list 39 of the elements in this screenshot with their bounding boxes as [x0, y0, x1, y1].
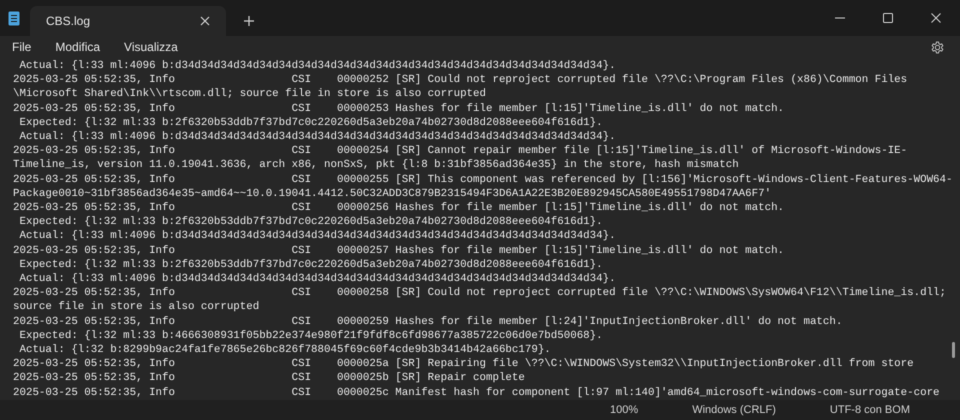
log-line: Expected: {l:32 ml:33 b:2f6320b53ddb7f37bd7c0c220260d5a3eb20a74b02730d8d2088eee604f616d1}. — [18, 116, 603, 130]
log-line: 2025-03-25 05:52:35, Info CSI 00000253 Hashes for file member [l:15]'Timeline_is.dll' do not match. — [13, 102, 784, 116]
log-line: Package0010~31bf3856ad364e35~amd64~~10.0.19041.4412.50C32ADD3C879B2315494F3D6A1A22E3B20E892945CA580E49551798D47AA6F7' — [13, 186, 772, 202]
close-icon[interactable] — [200, 16, 210, 26]
minimize-icon[interactable] — [835, 17, 845, 19]
menu-item[interactable]: Modifica — [47, 38, 108, 56]
log-line: Actual: {l:32 b:8299b9ac24fa1fe7865e26bc826f788045f69c60f4cde9b3b3414b42a66bc179}. — [18, 343, 551, 358]
tab-title: CBS.log — [46, 13, 92, 30]
file-tab[interactable]: CBS.log — [30, 6, 226, 36]
log-line: Expected: {l:32 ml:33 b:2f6320b53ddb7f37bd7c0c220260d5a3eb20a74b02730d8d2088eee604f616d1}. — [18, 215, 603, 230]
settings-icon[interactable] — [931, 40, 944, 54]
log-line: Actual: {l:33 ml:4096 b:d34d34d34d34d34d34d34d34d34d34d34d34d34d34d34d34d34d34d34d34d34d34}. — [18, 130, 616, 144]
log-line: 2025-03-25 05:52:35, Info CSI 00000259 Hashes for file member [l:24]'InputInjectionBroker.dll' do not match. — [13, 314, 842, 329]
new-tab-icon[interactable] — [244, 16, 254, 26]
status-item: UTF-8 con BOM — [830, 402, 910, 418]
menu-item[interactable]: Visualizza — [116, 38, 186, 56]
log-line: 2025-03-25 05:52:35, Info CSI 0000025c Manifest hash for component [l:97 ml:140]'amd64_microsoft-windows-com-surrogate-core — [13, 386, 940, 400]
log-line: 2025-03-25 05:52:35, Info CSI 00000254 [SR] Cannot repair member file [l:15]'Timeline_is.dll' of Microsoft-Windows-IE- — [13, 144, 908, 158]
close-window-icon[interactable] — [931, 13, 941, 23]
log-line: 2025-03-25 05:52:35, Info CSI 00000258 [SR] Could not reproject corrupted file \??\C:\WINDOWS\SysWOW64\F12\\Timeline_is.dll; — [13, 286, 946, 300]
log-line: Expected: {l:32 ml:33 b:4666308931f05bb22e374e980f21f9fdf8c6fd98677a385722c06d0e7bd50068}. — [18, 328, 603, 344]
log-line: 2025-03-25 05:52:35, Info CSI 0000025b [SR] Repair complete — [13, 371, 525, 386]
status-item: 100% — [610, 402, 638, 418]
log-line: Actual: {l:33 ml:4096 b:d34d34d34d34d34d34d34d34d34d34d34d34d34d34d34d34d34d34d34d34d34d34}. — [18, 272, 616, 286]
menu-item[interactable]: File — [4, 38, 40, 56]
maximize-icon[interactable] — [883, 13, 893, 23]
log-line: 2025-03-25 05:52:35, Info CSI 00000255 [SR] This component was referenced by [l:156]'Microsoft-Windows-Client-Features-WOW64- — [13, 172, 952, 187]
notepad-icon — [8, 10, 20, 26]
log-line: 2025-03-25 05:52:35, Info CSI 0000025a [SR] Repairing file \??\C:\WINDOWS\System32\\InputInjectionBroker.dll from store — [13, 357, 914, 372]
status-item: Windows (CRLF) — [692, 402, 776, 418]
log-line: Actual: {l:33 ml:4096 b:d34d34d34d34d34d34d34d34d34d34d34d34d34d34d34d34d34d34d34d34d34d34}. — [18, 229, 616, 244]
log-line: 2025-03-25 05:52:35, Info CSI 00000256 Hashes for file member [l:15]'Timeline_is.dll' do not match. — [13, 201, 784, 216]
log-line: Timeline_is, version 11.0.19041.3636, arch x86, nonSxS, pkt {l:8 b:31bf3856ad364e35} in the store, hash mismatch — [13, 158, 739, 173]
log-line: Actual: {l:33 ml:4096 b:d34d34d34d34d34d34d34d34d34d34d34d34d34d34d34d34d34d34d34d34d34d34}. — [18, 59, 616, 74]
log-line: 2025-03-25 05:52:35, Info CSI 00000252 [SR] Could not reproject corrupted file \??\C:\Program Files (x86)\Common Files — [13, 73, 908, 88]
log-line: \Microsoft Shared\Ink\\rtscom.dll; source file in store is also corrupted — [13, 87, 486, 102]
log-line: Expected: {l:32 ml:33 b:2f6320b53ddb7f37bd7c0c220260d5a3eb20a74b02730d8d2088eee604f616d1}. — [18, 258, 603, 272]
log-line: source file in store is also corrupted — [13, 300, 260, 315]
log-line: 2025-03-25 05:52:35, Info CSI 00000257 Hashes for file member [l:15]'Timeline_is.dll' do not match. — [13, 244, 784, 258]
